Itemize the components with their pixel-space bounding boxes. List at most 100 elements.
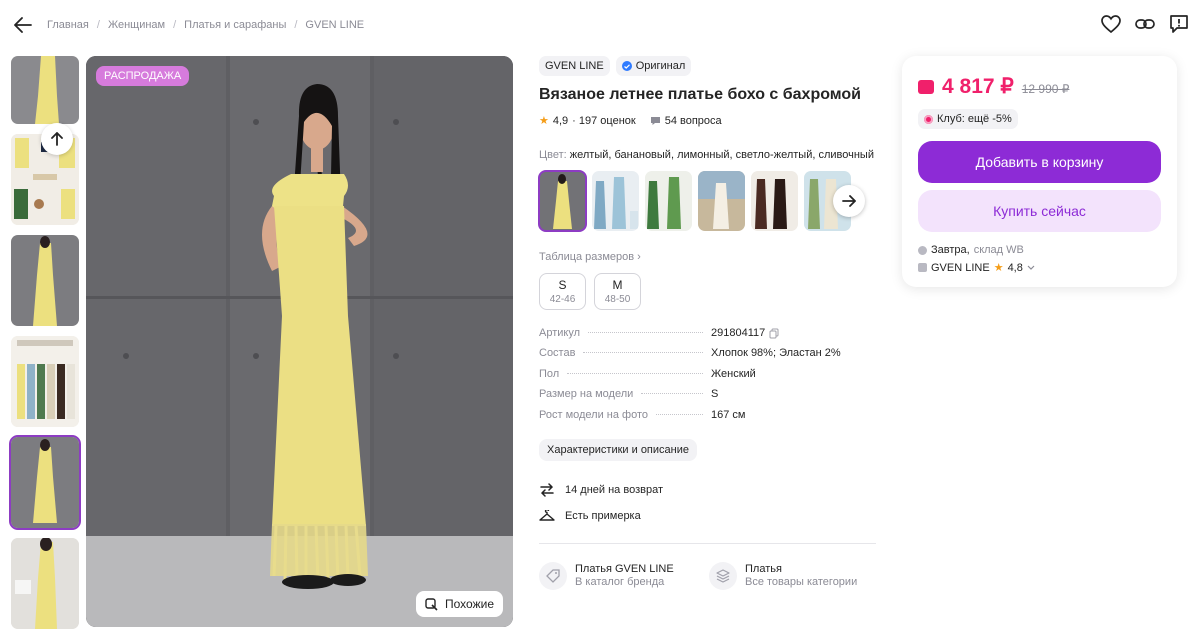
original-badge: Оригинал xyxy=(615,56,692,76)
layers-icon xyxy=(709,561,737,590)
delivery-info: Завтра, склад WB xyxy=(918,244,1161,256)
size-label: S xyxy=(558,278,567,292)
size-ru-label: 48-50 xyxy=(604,294,631,305)
swatch-white[interactable] xyxy=(698,171,745,231)
rating-value: 4,9 xyxy=(552,114,569,127)
spec-value: Женский xyxy=(711,367,756,380)
chevron-down-icon xyxy=(1027,265,1035,270)
swatch-green[interactable] xyxy=(645,171,692,231)
buy-card: 4 817 ₽ 12 990 ₽ Клуб: ещё -5% Добавить … xyxy=(902,56,1177,287)
spec-value: S xyxy=(711,388,719,401)
fitting-perk: Есть примерка xyxy=(539,503,879,529)
spec-key: Артикул xyxy=(539,327,581,339)
product-photo xyxy=(86,56,513,627)
star-icon: ★ xyxy=(993,262,1004,274)
breadcrumb-dresses[interactable]: Платья и сарафаны xyxy=(184,19,286,31)
swatch-brown[interactable] xyxy=(751,171,798,231)
buy-now-button[interactable]: Купить сейчас xyxy=(918,190,1161,232)
sale-badge: РАСПРОДАЖА xyxy=(96,66,190,86)
color-line: Цвет: желтый, банановый, лимонный, светл… xyxy=(539,149,879,161)
delivery-where: склад WB xyxy=(973,244,1024,256)
spec-row: Размер на модели S xyxy=(539,388,879,408)
add-to-cart-button[interactable]: Добавить в корзину xyxy=(918,141,1161,183)
back-arrow-icon[interactable] xyxy=(12,14,34,36)
breadcrumb-brand[interactable]: GVEN LINE xyxy=(305,19,364,31)
breadcrumb-women[interactable]: Женщинам xyxy=(108,19,165,31)
fitting-text: Есть примерка xyxy=(565,509,641,522)
breadcrumb-home[interactable]: Главная xyxy=(47,19,89,31)
link-icon[interactable] xyxy=(1134,13,1156,35)
delivery-when: Завтра, xyxy=(931,244,970,256)
arrow-up-icon[interactable] xyxy=(41,123,73,155)
color-swatches xyxy=(538,170,879,232)
category-links: Платья GVEN LINE В каталог бренда Платья… xyxy=(539,561,879,590)
arrow-right-icon[interactable] xyxy=(833,185,865,217)
top-actions xyxy=(1100,13,1190,35)
size-ru-label: 42-46 xyxy=(549,294,576,305)
color-value: желтый, банановый, лимонный, светло-желт… xyxy=(569,149,874,161)
similar-button[interactable]: Похожие xyxy=(416,591,503,617)
brand-link-subtitle: В каталог бренда xyxy=(575,576,665,589)
color-label: Цвет: xyxy=(539,149,567,161)
club-badge[interactable]: Клуб: ещё -5% xyxy=(918,109,1018,129)
spec-key: Рост модели на фото xyxy=(539,408,649,421)
brand-link-title: Платья GVEN LINE xyxy=(575,563,674,576)
divider xyxy=(539,542,876,544)
spec-key: Размер на модели xyxy=(539,388,634,401)
spec-key: Пол xyxy=(539,367,560,380)
size-option-m[interactable]: M 48-50 xyxy=(594,273,641,310)
wallet-icon xyxy=(918,80,934,94)
spec-row: Состав Хлопок 98%; Эластан 2% xyxy=(539,347,879,367)
similar-search-icon xyxy=(425,597,438,611)
tag-icon xyxy=(539,561,567,590)
thumbnail-strip xyxy=(9,56,81,639)
reviews-count: · 197 оценок xyxy=(572,114,636,127)
spec-list: Артикул 291804117 Состав Хлопок 98%; Эла… xyxy=(539,327,879,429)
brand-catalog-link[interactable]: Платья GVEN LINE В каталог бренда xyxy=(539,561,695,590)
heart-icon[interactable] xyxy=(1100,13,1122,35)
swatch-blue[interactable] xyxy=(592,171,639,231)
price: 4 817 ₽ xyxy=(942,75,1014,98)
product-info: GVEN LINE Оригинал Вязаное летнее платье… xyxy=(538,56,879,590)
thumbnail-1[interactable] xyxy=(11,56,79,124)
size-table-link[interactable]: Таблица размеров › xyxy=(539,251,879,263)
brand-chip[interactable]: GVEN LINE xyxy=(539,56,610,76)
chat-icon xyxy=(650,116,660,125)
main-product-image[interactable]: РАСПРОДАЖА Похожие xyxy=(86,56,513,627)
category-link-title: Платья xyxy=(745,563,782,576)
questions-count: 54 вопроса xyxy=(664,114,722,127)
product-title: Вязаное летнее платье бохо с бахромой xyxy=(539,86,862,103)
rating[interactable]: ★ 4,9 · 197 оценок xyxy=(539,114,636,128)
delivery-icon xyxy=(918,245,927,255)
spec-value: 167 см xyxy=(711,408,746,421)
size-option-s[interactable]: S 42-46 xyxy=(539,273,586,310)
spec-value: 291804117 xyxy=(711,327,766,339)
category-link-subtitle: Все товары категории xyxy=(745,576,858,589)
seller-rating: 4,8 xyxy=(1007,261,1023,274)
characteristics-button[interactable]: Характеристики и описание xyxy=(539,438,697,461)
breadcrumb-separator: / xyxy=(96,19,100,31)
similar-label: Похожие xyxy=(445,597,494,611)
category-link[interactable]: Платья Все товары категории xyxy=(709,561,865,590)
breadcrumb-separator: / xyxy=(294,19,298,31)
size-selector: S 42-46 M 48-50 xyxy=(539,273,879,310)
thumbnail-6[interactable] xyxy=(11,538,79,629)
thumbnail-3[interactable] xyxy=(11,235,79,326)
questions-link[interactable]: 54 вопроса xyxy=(650,115,722,127)
shop-icon xyxy=(918,263,927,272)
size-label: M xyxy=(612,278,623,292)
return-perk: 14 дней на возврат xyxy=(539,477,879,503)
breadcrumb-separator: / xyxy=(173,19,177,31)
report-icon[interactable] xyxy=(1168,13,1190,35)
thumbnail-5-selected[interactable] xyxy=(9,435,81,530)
original-label: Оригинал xyxy=(635,60,686,72)
seller-name: GVEN LINE xyxy=(931,261,990,274)
old-price: 12 990 ₽ xyxy=(1021,82,1070,96)
seller-link[interactable]: GVEN LINE ★ 4,8 xyxy=(918,261,1161,274)
spec-row: Артикул 291804117 xyxy=(539,327,879,347)
thumbnail-4[interactable] xyxy=(11,336,79,427)
verified-check-icon xyxy=(621,61,632,71)
swatch-yellow-selected[interactable] xyxy=(538,170,587,232)
copy-icon[interactable] xyxy=(769,328,779,339)
spec-key: Состав xyxy=(539,347,576,360)
